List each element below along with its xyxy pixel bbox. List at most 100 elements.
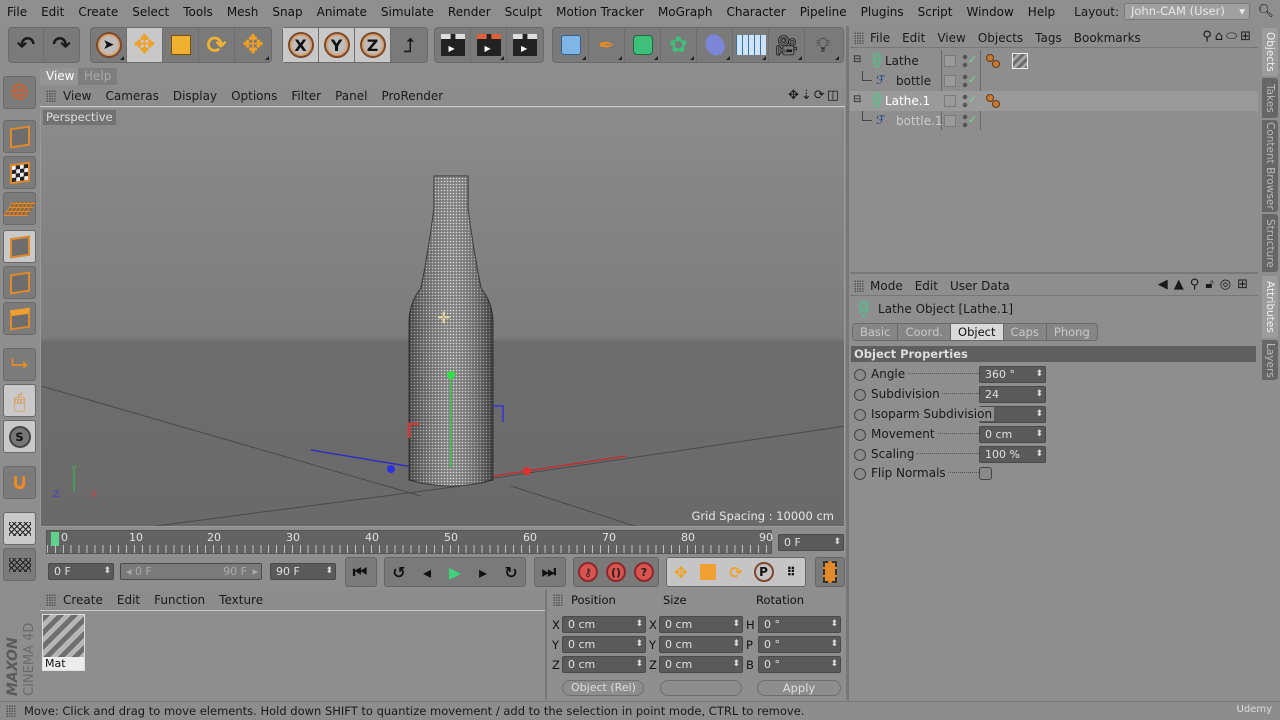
- light-button[interactable]: 💡︎: [805, 28, 841, 62]
- animate-radio[interactable]: [854, 369, 866, 381]
- phong-tag-icon[interactable]: [986, 94, 1002, 110]
- panel-divider[interactable]: [545, 590, 547, 700]
- object-menu-bookmarks[interactable]: Bookmarks: [1068, 31, 1147, 45]
- move-tool-button[interactable]: ✥: [127, 28, 163, 62]
- enabled-check-icon[interactable]: ✓: [968, 53, 977, 66]
- tab-phong[interactable]: Phong: [1046, 324, 1097, 340]
- viewport-menu-filter[interactable]: Filter: [284, 89, 328, 103]
- menu-create[interactable]: Create: [71, 5, 125, 19]
- cloner-button[interactable]: ✿: [661, 28, 697, 62]
- panel-grip[interactable]: [46, 594, 56, 606]
- object-name[interactable]: bottle.1: [896, 114, 943, 128]
- menu-mograph[interactable]: MoGraph: [651, 5, 720, 19]
- new-panel-icon[interactable]: ⊞: [1237, 277, 1254, 292]
- x-axis-handle[interactable]: [523, 467, 531, 475]
- prev-key-button[interactable]: ↺: [385, 558, 413, 586]
- panel-grip[interactable]: [854, 31, 864, 44]
- axis-mode-button[interactable]: ⮡: [3, 348, 36, 381]
- animate-radio[interactable]: [854, 449, 866, 461]
- goto-start-button[interactable]: ⏮: [346, 558, 374, 586]
- prev-frame-button[interactable]: ◂: [413, 558, 441, 586]
- range-right-arrow[interactable]: ▸: [252, 564, 258, 579]
- layer-swatch[interactable]: [944, 75, 956, 87]
- rotation-b-field[interactable]: 0 °: [758, 656, 841, 673]
- object-menu-edit[interactable]: Edit: [896, 31, 931, 45]
- attr-menu-mode[interactable]: Mode: [864, 279, 909, 293]
- range-left-arrow[interactable]: ◂: [126, 565, 132, 578]
- viewport-menu-panel[interactable]: Panel: [328, 89, 374, 103]
- menu-select[interactable]: Select: [125, 5, 176, 19]
- enabled-check-icon[interactable]: ✓: [968, 73, 977, 86]
- animate-radio[interactable]: [854, 409, 866, 421]
- animate-radio[interactable]: [854, 468, 866, 480]
- viewport-menu-cameras[interactable]: Cameras: [98, 89, 165, 103]
- camera-button[interactable]: 🎥︎: [769, 28, 805, 62]
- play-button[interactable]: ▶: [441, 558, 469, 586]
- coordinate-mode-dropdown[interactable]: Object (Rel): [562, 680, 644, 696]
- menu-tools[interactable]: Tools: [176, 5, 220, 19]
- attr-menu-user-data[interactable]: User Data: [944, 279, 1016, 293]
- sidetab-content-browser[interactable]: Content Browser: [1262, 120, 1278, 212]
- next-key-button[interactable]: ↻: [497, 558, 525, 586]
- rotate-band-z[interactable]: [493, 405, 504, 422]
- object-name[interactable]: bottle: [896, 74, 931, 88]
- menu-snap[interactable]: Snap: [265, 5, 309, 19]
- angle-field[interactable]: 360 °: [979, 366, 1046, 383]
- y-axis-handle[interactable]: [447, 371, 455, 379]
- sidetab-layers[interactable]: Layers: [1262, 340, 1278, 380]
- object-menu-tags[interactable]: Tags: [1029, 31, 1068, 45]
- sidetab-attributes[interactable]: Attributes: [1262, 276, 1278, 338]
- eye-icon[interactable]: ⬭: [1226, 29, 1240, 44]
- new-panel-icon[interactable]: ⊞: [1240, 29, 1254, 44]
- floor-button[interactable]: [733, 28, 769, 62]
- workplane-mode-button[interactable]: [3, 192, 36, 225]
- render-picture-viewer-button[interactable]: [471, 28, 507, 62]
- search-icon[interactable]: ⚲: [1190, 277, 1206, 292]
- up-arrow-icon[interactable]: ▲: [1174, 277, 1190, 292]
- render-view-button[interactable]: [435, 28, 471, 62]
- size-mode-dropdown[interactable]: [660, 680, 742, 696]
- tab-caps[interactable]: Caps: [1003, 324, 1047, 340]
- menu-animate[interactable]: Animate: [310, 5, 374, 19]
- preview-range-slider[interactable]: ◂ 0 F 90 F ▸: [120, 563, 262, 580]
- subdivision-surface-button[interactable]: [625, 28, 661, 62]
- tweak-mode-button[interactable]: 🖱︎: [3, 384, 36, 417]
- search-icon[interactable]: 🔍︎: [1257, 4, 1274, 19]
- position-z-field[interactable]: 0 cm: [562, 656, 646, 673]
- menu-mesh[interactable]: Mesh: [220, 5, 266, 19]
- model-mode-button[interactable]: [3, 120, 36, 153]
- pan-icon[interactable]: ✥: [788, 88, 801, 103]
- object-row-bottle[interactable]: ℱ bottle ✓: [850, 71, 1258, 91]
- menu-edit[interactable]: Edit: [34, 5, 71, 19]
- orbit-icon[interactable]: ⟳: [814, 88, 827, 103]
- key-position-button[interactable]: ✥: [667, 558, 695, 586]
- live-selection-button[interactable]: ➤: [91, 28, 127, 62]
- animate-radio[interactable]: [854, 429, 866, 441]
- cube-button[interactable]: [553, 28, 589, 62]
- panel-grip[interactable]: [854, 279, 864, 292]
- points-mode-button[interactable]: [3, 230, 36, 263]
- menu-render[interactable]: Render: [441, 5, 498, 19]
- start-frame-field[interactable]: 0 F: [48, 563, 114, 580]
- key-parameter-button[interactable]: P: [750, 558, 778, 586]
- render-settings-button[interactable]: [507, 28, 543, 62]
- key-rotation-button[interactable]: ⟳: [722, 558, 750, 586]
- position-y-field[interactable]: 0 cm: [562, 636, 646, 653]
- collapse-icon[interactable]: ⊟: [853, 94, 861, 105]
- key-pla-button[interactable]: ⠿: [777, 558, 805, 586]
- timeline-ruler[interactable]: 0 10 20 30 40 50 60 70 80 90: [46, 530, 773, 554]
- object-row-bottle-1[interactable]: ℱ bottle.1 ✓: [850, 111, 1258, 131]
- material-menu-create[interactable]: Create: [56, 593, 110, 607]
- menu-window[interactable]: Window: [959, 5, 1020, 19]
- make-editable-button[interactable]: 🌐︎: [3, 76, 36, 109]
- position-x-field[interactable]: 0 cm: [562, 616, 646, 633]
- solo-button[interactable]: S: [3, 420, 36, 453]
- material-menu-edit[interactable]: Edit: [110, 593, 147, 607]
- sidetab-objects[interactable]: Objects: [1262, 28, 1278, 76]
- panel-grip[interactable]: [553, 594, 563, 606]
- size-z-field[interactable]: 0 cm: [659, 656, 743, 673]
- rotate-tool-button[interactable]: ⟳: [199, 28, 235, 62]
- material-tag-icon[interactable]: [1012, 53, 1028, 69]
- end-frame-field[interactable]: 90 F: [270, 563, 336, 580]
- panel-divider[interactable]: [850, 272, 1258, 274]
